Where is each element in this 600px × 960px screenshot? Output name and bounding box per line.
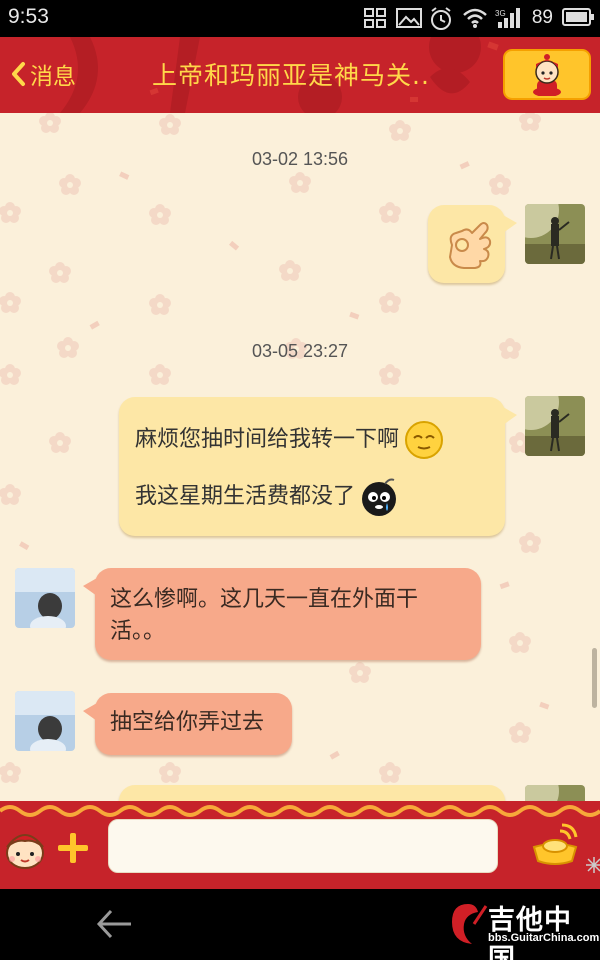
- message-bubble-received[interactable]: 抽空给你弄过去: [83, 693, 292, 755]
- watermark-url: bbs.GuitarChina.com: [488, 932, 600, 944]
- scrollbar[interactable]: [592, 648, 597, 708]
- message-text: 这么惨啊。这几天一直在外面干: [110, 587, 419, 612]
- my-avatar[interactable]: [525, 396, 585, 456]
- chat-header: 消息 上帝和玛丽亚是神马关..: [0, 37, 600, 113]
- watermark: 吉他中国 bbs.GuitarChina.com: [448, 894, 600, 960]
- message-text: 麻烦您抽时间给我转一下啊: [135, 427, 400, 452]
- sad-bomb-emoji-icon: [362, 478, 397, 516]
- alarm-icon: [429, 7, 453, 30]
- chevron-left-icon: [12, 62, 25, 86]
- ok-hand-emoji-icon: [449, 222, 492, 269]
- arrow-left-icon[interactable]: [95, 907, 133, 941]
- input-bar-border: [0, 801, 600, 819]
- mascot-icon: [6, 834, 44, 869]
- message-input[interactable]: [109, 820, 497, 872]
- back-label: 消息: [30, 64, 76, 90]
- contact-avatar[interactable]: [15, 568, 75, 628]
- wifi-icon: [462, 7, 487, 29]
- svg-text:3G: 3G: [495, 9, 506, 18]
- status-time: 9:53: [8, 5, 49, 28]
- person-icon: [533, 53, 561, 96]
- relieved-face-emoji-icon: [405, 421, 444, 459]
- message-bubble-received[interactable]: 这么惨啊。这几天一直在外面干 活。。: [83, 568, 481, 660]
- back-button[interactable]: 消息: [10, 56, 76, 92]
- battery-percent: 89: [531, 7, 553, 28]
- message-text: 活。。: [110, 619, 166, 644]
- status-icons: 3G 89: [363, 5, 594, 31]
- guitar-logo-icon: [452, 904, 488, 944]
- message-bubble-sent[interactable]: [119, 785, 505, 801]
- signal-icon: 3G: [495, 7, 523, 29]
- watermark-text: 吉他中国: [488, 905, 572, 960]
- input-bar: [0, 801, 600, 889]
- message-input-box[interactable]: [108, 819, 600, 873]
- gold-ingot-voice-icon: [532, 823, 578, 865]
- message-text: 抽空给你弄过去: [110, 710, 265, 735]
- sparkle-icon[interactable]: [585, 856, 600, 874]
- message-timestamp: 03-05 23:27: [251, 341, 349, 361]
- my-avatar[interactable]: [525, 785, 585, 801]
- plus-icon: [58, 833, 88, 863]
- my-avatar[interactable]: [525, 204, 585, 264]
- image-icon: [395, 7, 422, 29]
- mascot-button[interactable]: [4, 825, 46, 869]
- contact-avatar[interactable]: [15, 691, 75, 751]
- message-bubble-sent[interactable]: [428, 205, 517, 283]
- status-bar: 9:53 3G 89: [0, 0, 600, 37]
- message-text: 我这星期生活费都没了: [135, 484, 356, 509]
- voice-button[interactable]: [530, 823, 580, 869]
- app-grid-icon: [363, 7, 387, 29]
- message-bubble-sent[interactable]: 麻烦您抽时间给我转一下啊 我这星期生活费都没了: [119, 397, 517, 536]
- add-button[interactable]: [56, 831, 90, 865]
- battery-icon: [562, 7, 594, 29]
- message-timestamp: 03-02 13:56: [251, 149, 349, 169]
- chat-area[interactable]: 03-02 13:56 03-05 23:27 麻烦您抽时间给我转一下啊 我这星…: [0, 113, 600, 801]
- chat-title: 上帝和玛丽亚是神马关..: [152, 61, 430, 90]
- system-navigation-bar: 吉他中国 bbs.GuitarChina.com: [0, 889, 600, 960]
- profile-button[interactable]: [503, 49, 591, 100]
